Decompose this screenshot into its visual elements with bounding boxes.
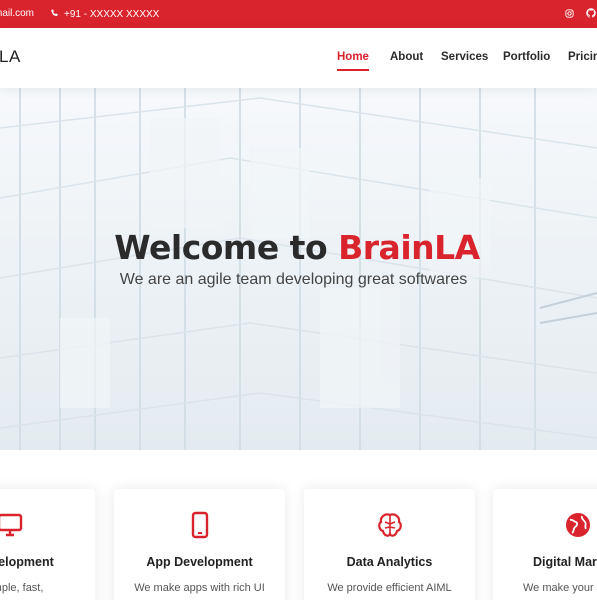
mobile-icon <box>186 511 214 539</box>
instagram-icon[interactable] <box>563 7 575 19</box>
service-desc: We provide efficient AIML <box>327 582 452 594</box>
social-links <box>563 7 597 19</box>
service-card[interactable]: Data Analytics We provide efficient AIML <box>304 489 475 600</box>
globe-icon <box>564 511 592 539</box>
monitor-icon <box>0 511 24 539</box>
service-title: App Development <box>146 555 253 569</box>
email-text[interactable]: mail.com <box>0 9 34 19</box>
phone-text: +91 - XXXXX XXXXX <box>64 9 160 20</box>
service-title: Data Analytics <box>346 555 433 569</box>
brain-icon <box>376 511 404 539</box>
service-card[interactable]: Digital Mark We make your b <box>493 489 597 600</box>
glass-building-background <box>0 88 597 450</box>
services-section: Development e simple, fast, App Developm… <box>0 450 597 600</box>
phone-icon <box>50 9 59 21</box>
service-title: Digital Mark <box>533 555 597 569</box>
service-desc: e simple, fast, <box>0 582 44 594</box>
site-header: LA Home About Services Portfolio Pricing <box>0 28 597 88</box>
contact-email[interactable]: mail.com <box>0 9 34 19</box>
service-title: Development <box>0 555 54 569</box>
hero-title-prefix: Welcome to <box>114 228 339 267</box>
hero-subtitle: We are an agile team developing great so… <box>119 271 468 288</box>
nav-about[interactable]: About <box>390 51 423 63</box>
top-contact-bar: mail.com +91 - XXXXX XXXXX <box>0 0 597 28</box>
service-card[interactable]: App Development We make apps with rich U… <box>114 489 285 600</box>
hero-title-brand: BrainLA <box>338 228 480 267</box>
main-nav: Home About Services Portfolio Pricing <box>0 28 597 88</box>
hero-title: Welcome to BrainLA <box>0 228 594 267</box>
nav-portfolio[interactable]: Portfolio <box>503 51 550 63</box>
service-desc: We make your b <box>523 582 597 594</box>
nav-home[interactable]: Home <box>337 51 369 71</box>
service-card[interactable]: Development e simple, fast, <box>0 489 95 600</box>
service-desc: We make apps with rich UI <box>134 582 265 594</box>
page: mail.com +91 - XXXXX XXXXX LA Home About… <box>0 0 597 600</box>
contact-phone: +91 - XXXXX XXXXX <box>50 9 159 21</box>
github-icon[interactable] <box>585 7 597 19</box>
hero-section: Welcome to BrainLA We are an agile team … <box>0 88 597 450</box>
nav-services[interactable]: Services <box>441 51 488 63</box>
nav-pricing[interactable]: Pricing <box>568 51 597 63</box>
